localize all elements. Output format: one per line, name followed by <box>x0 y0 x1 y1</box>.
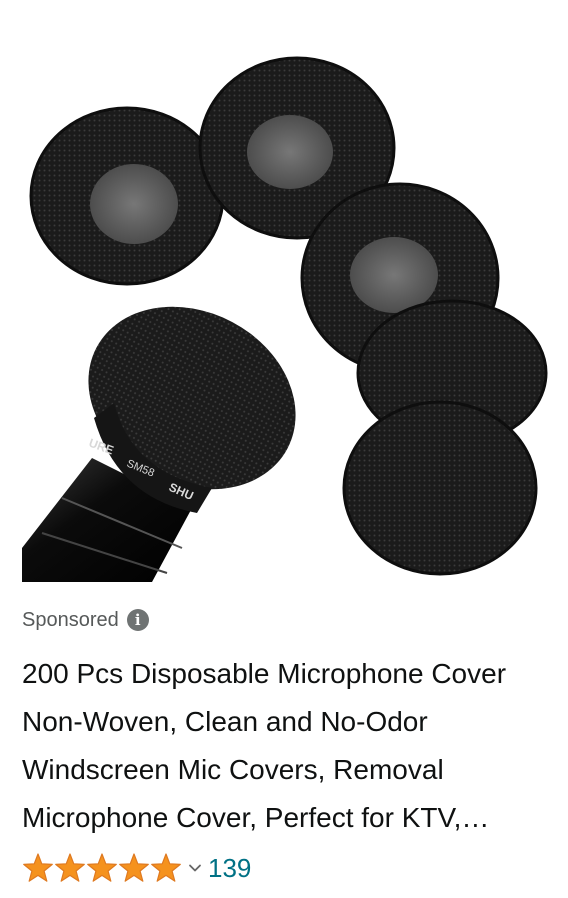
star-icon <box>119 853 149 882</box>
sponsored-label: Sponsored <box>22 608 119 631</box>
star-icon <box>151 853 181 882</box>
product-title[interactable]: 200 Pcs Disposable Microphone Cover Non-… <box>22 650 552 842</box>
product-image[interactable]: URE SM58 SHU <box>22 28 552 582</box>
star-icon <box>55 853 85 882</box>
sponsored-badge[interactable]: Sponsored i <box>22 606 149 634</box>
microphone: URE SM58 SHU <box>22 306 296 582</box>
mic-cover <box>342 400 538 576</box>
star-icon <box>23 853 53 882</box>
info-icon[interactable]: i <box>126 609 149 631</box>
star-icon <box>87 853 117 882</box>
product-card[interactable]: URE SM58 SHU Sponsored i 200 Pcs Disposa… <box>0 0 568 898</box>
chevron-down-icon[interactable] <box>188 861 202 875</box>
star-rating[interactable] <box>22 852 182 884</box>
rating-row: 139 <box>22 850 251 886</box>
review-count-link[interactable]: 139 <box>208 853 251 884</box>
mic-cover <box>29 106 225 286</box>
